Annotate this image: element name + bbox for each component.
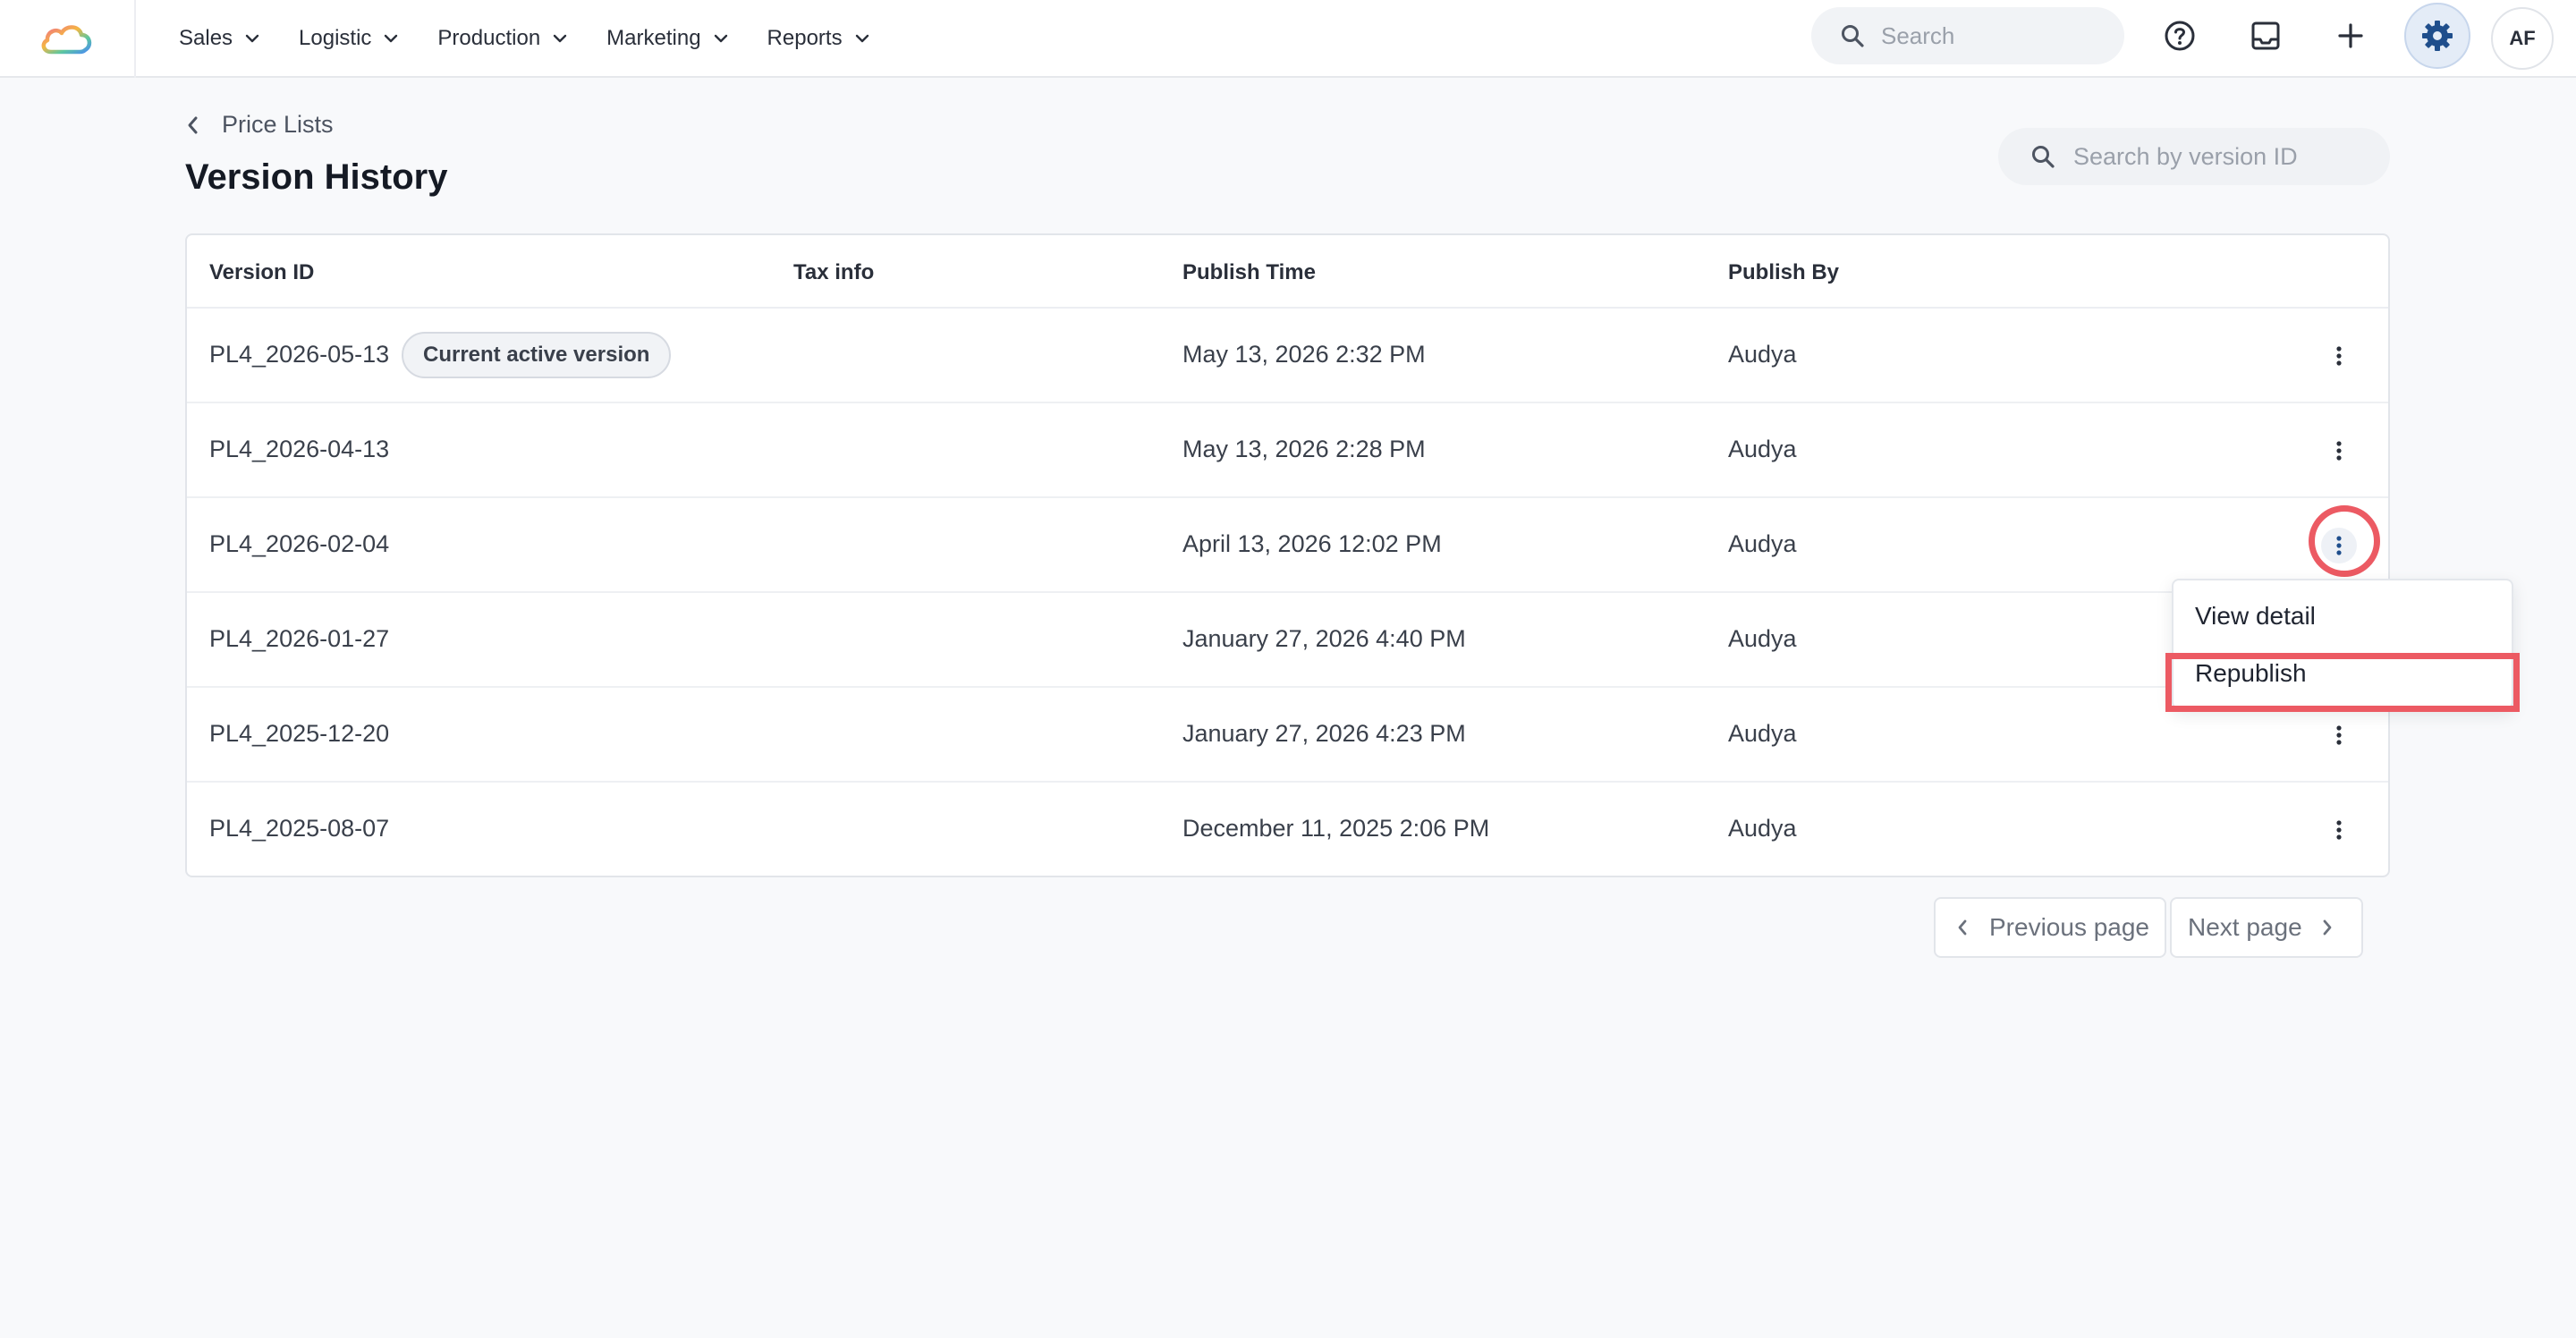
publish-by-cell: Audya [1728, 436, 1797, 462]
publish-time-cell: April 13, 2026 12:02 PM [1182, 530, 1442, 557]
settings-button[interactable] [2404, 3, 2470, 69]
user-avatar[interactable]: AF [2491, 7, 2554, 70]
breadcrumb-back-link[interactable]: Price Lists [186, 111, 334, 139]
top-navigation-bar: Sales Logistic Production Marketing Repo… [0, 0, 2576, 78]
gear-icon [2422, 21, 2453, 51]
inbox-icon [2251, 21, 2280, 50]
version-id-cell: PL4_2026-04-13 [209, 436, 390, 462]
global-search-input[interactable] [1881, 21, 2096, 50]
global-search[interactable] [1811, 7, 2124, 64]
nav-menu-reports[interactable]: Reports [767, 26, 869, 51]
menu-item-view-detail[interactable]: View detail [2195, 602, 2316, 631]
help-button[interactable] [2151, 7, 2208, 64]
chevron-down-icon [553, 34, 567, 43]
publish-by-cell: Audya [1728, 720, 1797, 747]
version-id-cell: PL4_2025-12-20 [209, 720, 390, 747]
previous-page-label: Previous page [1989, 913, 2150, 941]
chevron-left-icon [188, 116, 198, 133]
plus-icon [2338, 23, 2363, 48]
table-row: PL4_2026-02-04 April 13, 2026 12:02 PM A… [187, 498, 2388, 593]
row-actions-button[interactable] [2321, 528, 2357, 563]
row-actions-button[interactable] [2321, 338, 2357, 374]
publish-by-cell: Audya [1728, 625, 1797, 652]
table-row: PL4_2026-01-27 January 27, 2026 4:40 PM … [187, 593, 2388, 688]
previous-page-button[interactable]: Previous page [1934, 897, 2166, 958]
publish-time-cell: January 27, 2026 4:40 PM [1182, 625, 1466, 652]
nav-menu-label: Production [437, 25, 541, 50]
more-vertical-icon [2336, 441, 2342, 461]
help-icon [2165, 21, 2195, 51]
publish-time-cell: December 11, 2025 2:06 PM [1182, 815, 1490, 842]
version-id-cell: PL4_2026-01-27 [209, 625, 390, 652]
version-id-cell: PL4_2025-08-07 [209, 815, 390, 842]
row-actions-button[interactable] [2321, 812, 2357, 848]
add-button[interactable] [2322, 7, 2379, 64]
row-actions-menu: View detail Republish [2172, 579, 2513, 709]
version-history-table: Version ID Tax info Publish Time Publish… [185, 233, 2390, 877]
nav-menu-sales[interactable]: Sales [179, 26, 259, 51]
chevron-down-icon [245, 34, 259, 43]
row-actions-button[interactable] [2321, 433, 2357, 469]
more-vertical-icon [2336, 536, 2342, 555]
version-id-cell: PL4_2026-05-13 [209, 341, 390, 368]
table-row: PL4_2025-08-07 December 11, 2025 2:06 PM… [187, 783, 2388, 877]
chevron-right-icon [2322, 919, 2333, 936]
version-id-cell: PL4_2026-02-04 [209, 530, 390, 557]
nav-menu-label: Marketing [606, 25, 701, 50]
chevron-down-icon [855, 34, 869, 43]
chevron-down-icon [714, 34, 728, 43]
table-row: PL4_2026-04-13 May 13, 2026 2:28 PM Audy… [187, 403, 2388, 498]
table-row: PL4_2025-12-20 January 27, 2026 4:23 PM … [187, 688, 2388, 783]
column-header-tax-info: Tax info [793, 260, 875, 284]
nav-menu-label: Reports [767, 25, 843, 50]
table-row: PL4_2026-05-13 Current active version Ma… [187, 309, 2388, 403]
version-search-input[interactable] [2073, 142, 2377, 171]
chevron-down-icon [384, 34, 398, 43]
inbox-button[interactable] [2237, 7, 2294, 64]
next-page-button[interactable]: Next page [2170, 897, 2363, 958]
version-search[interactable] [1998, 128, 2390, 185]
nav-menu-production[interactable]: Production [437, 26, 567, 51]
menu-item-republish[interactable]: Republish [2195, 659, 2307, 688]
publish-by-cell: Audya [1728, 815, 1797, 842]
page-title: Version History [185, 157, 448, 197]
publish-time-cell: May 13, 2026 2:28 PM [1182, 436, 1426, 462]
status-badge: Current active version [402, 332, 672, 378]
publish-time-cell: May 13, 2026 2:32 PM [1182, 341, 1426, 368]
nav-menu-label: Sales [179, 25, 233, 50]
cloud-logo-icon [41, 24, 92, 54]
search-icon [2032, 146, 2055, 168]
column-header-publish-by: Publish By [1728, 260, 1840, 284]
publish-time-cell: January 27, 2026 4:23 PM [1182, 720, 1466, 747]
search-icon [1842, 25, 1864, 47]
column-header-publish-time: Publish Time [1182, 260, 1316, 284]
chevron-left-icon [1958, 919, 1967, 936]
main-menu: Sales Logistic Production Marketing Repo… [179, 0, 909, 76]
nav-menu-logistic[interactable]: Logistic [299, 26, 398, 51]
row-actions-button[interactable] [2321, 717, 2357, 753]
more-vertical-icon [2336, 725, 2342, 745]
publish-by-cell: Audya [1728, 530, 1797, 557]
nav-menu-marketing[interactable]: Marketing [606, 26, 727, 51]
table-header: Version ID Tax info Publish Time Publish… [187, 235, 2388, 309]
more-vertical-icon [2336, 346, 2342, 366]
next-page-label: Next page [2188, 913, 2302, 941]
breadcrumb-label: Price Lists [222, 111, 334, 138]
logo[interactable] [0, 0, 136, 78]
avatar-initials: AF [2509, 27, 2536, 49]
more-vertical-icon [2336, 820, 2342, 840]
nav-menu-label: Logistic [299, 25, 372, 50]
publish-by-cell: Audya [1728, 341, 1797, 368]
column-header-version-id: Version ID [209, 260, 315, 284]
